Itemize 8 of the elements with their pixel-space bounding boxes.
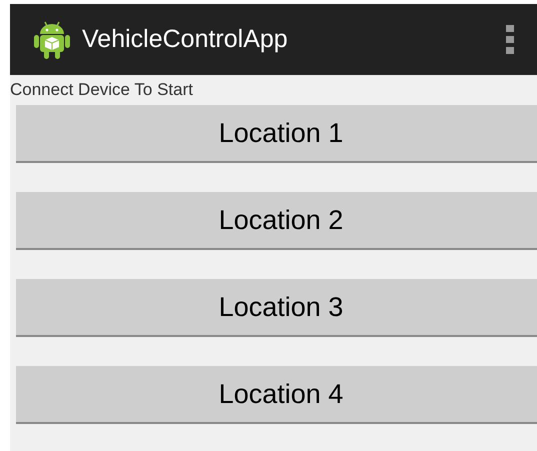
menu-icon[interactable]: [506, 24, 514, 54]
location-button[interactable]: Location 3: [16, 279, 537, 337]
status-text: Connect Device To Start: [10, 79, 194, 101]
app-title: VehicleControlApp: [82, 25, 288, 54]
location-button[interactable]: Location 2: [16, 192, 537, 250]
android-robot-icon: [34, 20, 70, 60]
location-button[interactable]: Location 1: [16, 105, 537, 163]
location-button[interactable]: Location 4: [16, 366, 537, 424]
